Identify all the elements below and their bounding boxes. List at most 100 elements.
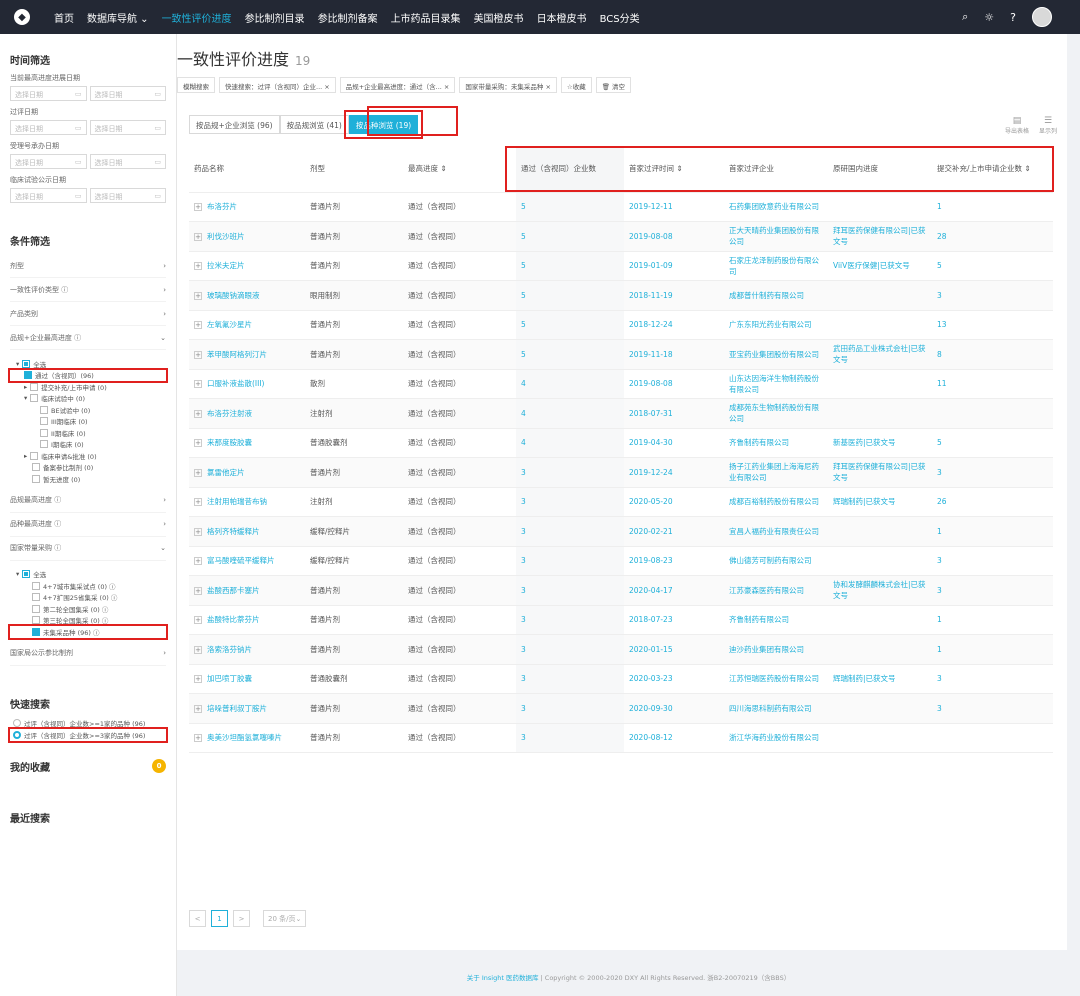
expand-row-button[interactable]: + xyxy=(194,498,202,507)
nav-item[interactable]: 一致性评价进度 xyxy=(162,10,232,25)
table-row[interactable]: + 口服补液盐散(III) 散剂 通过（含视同） 4 2019-08-08 山东达因海洋生物… xyxy=(189,369,1053,399)
checkbox[interactable] xyxy=(30,382,39,391)
table-cell[interactable]: 13 xyxy=(932,310,1053,340)
drug-name-link[interactable]: 盐酸西那卡塞片 xyxy=(207,586,260,595)
table-cell[interactable]: 11 xyxy=(932,369,1053,399)
table-cell[interactable]: 3 xyxy=(932,457,1053,488)
filter-row[interactable]: 产品类别 › xyxy=(10,302,166,326)
table-cell[interactable]: 3 xyxy=(932,664,1053,694)
date-picker-input[interactable]: 选择日期 ▭ xyxy=(10,120,87,135)
table-row[interactable]: + 奥美沙坦酯氢氯噻嗪片 普通片剂 通过（含视同） 3 2020-08-12 浙江华海药业股… xyxy=(189,723,1053,753)
table-row[interactable]: + 来那度胺胶囊 普通胶囊剂 通过（含视同） 4 2019-04-30 齐鲁制药有限公司 新基… xyxy=(189,428,1053,458)
date-picker-input[interactable]: 选择日期 ▭ xyxy=(89,120,166,135)
table-cell[interactable]: 1 xyxy=(932,634,1053,665)
table-cell[interactable]: 5 xyxy=(516,192,624,222)
checkbox[interactable] xyxy=(32,581,40,590)
drug-name-link[interactable]: 注射用帕瑞昔布钠 xyxy=(207,497,267,506)
table-row[interactable]: + 布洛芬片 普通片剂 通过（含视同） 5 2019-12-11 石药集团欧意药业有限公司 1 xyxy=(189,192,1053,222)
table-cell[interactable]: 3 xyxy=(516,487,624,517)
caret-right-icon[interactable]: ▸ xyxy=(24,452,27,460)
radio-button[interactable] xyxy=(13,730,21,739)
expand-row-button[interactable]: + xyxy=(194,557,202,566)
drug-name-link[interactable]: 玻璃酸钠滴眼液 xyxy=(207,291,260,300)
filter-tag[interactable]: 🗑 清空 xyxy=(595,77,632,93)
nav-item[interactable]: 数据库导航 ⌄ xyxy=(87,10,149,25)
tree-item[interactable]: 第二轮全国集采 (0) ⓘ xyxy=(10,603,166,615)
table-cell[interactable]: 3 xyxy=(516,457,624,488)
search-icon[interactable]: ⌕ xyxy=(962,10,968,24)
table-cell[interactable]: 26 xyxy=(932,487,1053,517)
tab-view-0[interactable]: 按品规+企业浏览 (96) xyxy=(189,115,280,134)
tree-item[interactable]: II期临床 (0) xyxy=(10,427,166,439)
table-cell[interactable]: 4 xyxy=(516,428,624,458)
table-cell[interactable]: 3 xyxy=(516,575,624,606)
table-cell[interactable]: 1 xyxy=(932,516,1053,547)
expand-row-button[interactable]: + xyxy=(194,586,202,595)
filter-ref-preparation[interactable]: 国家局公示参比制剂 › xyxy=(10,642,166,666)
nav-item[interactable]: BCS分类 xyxy=(600,10,640,25)
drug-name-link[interactable]: 加巴喷丁胶囊 xyxy=(207,674,252,683)
favorites-header[interactable]: 我的收藏 0 xyxy=(10,758,166,774)
table-cell[interactable]: 4 xyxy=(516,369,624,399)
quick-search-option[interactable]: 过评（含视同）企业数>=3家的品种 (96) xyxy=(8,726,168,743)
filter-row[interactable]: 品规+企业最高进度 ⓘ ⌄ xyxy=(10,326,166,350)
table-cell[interactable]: + 左氧氟沙星片 xyxy=(189,310,305,340)
table-cell[interactable]: 3 xyxy=(516,516,624,547)
expand-row-button[interactable]: + xyxy=(194,203,202,212)
table-cell[interactable]: 5 xyxy=(516,310,624,340)
drug-name-link[interactable]: 来那度胺胶囊 xyxy=(207,438,252,447)
table-cell[interactable]: 3 xyxy=(516,693,624,724)
checkbox[interactable] xyxy=(32,474,40,483)
drug-name-link[interactable]: 利伐沙班片 xyxy=(207,232,245,241)
table-cell[interactable]: 5 xyxy=(932,251,1053,281)
nav-item[interactable]: 首页 xyxy=(54,10,74,25)
date-picker-input[interactable]: 选择日期 ▭ xyxy=(89,86,166,101)
avatar[interactable] xyxy=(1032,7,1052,27)
nav-item[interactable]: 上市药品目录集 xyxy=(391,10,461,25)
tree-item[interactable]: I期临床 (0) xyxy=(10,439,166,451)
tree-item[interactable]: 第三轮全国集采 (0) ⓘ xyxy=(10,615,166,627)
table-cell[interactable]: 5 xyxy=(516,280,624,311)
table-cell[interactable]: 3 xyxy=(516,546,624,576)
help-icon[interactable]: ? xyxy=(1010,11,1016,24)
table-cell[interactable]: 5 xyxy=(516,251,624,281)
table-row[interactable]: + 布洛芬注射液 注射剂 通过（含视同） 4 2018-07-31 成都苑东生物制药股份有限… xyxy=(189,398,1053,429)
filter-row[interactable]: 剂型 › xyxy=(10,254,166,278)
tree-item[interactable]: 4+7城市集采试点 (0) ⓘ xyxy=(10,580,166,592)
table-cell[interactable]: 3 xyxy=(932,575,1053,606)
drug-name-link[interactable]: 布洛芬片 xyxy=(207,202,237,211)
checkbox[interactable] xyxy=(40,417,48,426)
table-cell[interactable]: 1 xyxy=(932,192,1053,222)
table-cell[interactable]: + 加巴喷丁胶囊 xyxy=(189,664,305,694)
date-picker-input[interactable]: 选择日期 ▭ xyxy=(10,188,87,203)
next-page-button[interactable]: > xyxy=(233,910,250,927)
expand-row-button[interactable]: + xyxy=(194,645,202,654)
table-cell[interactable]: + 盐酸西那卡塞片 xyxy=(189,575,305,606)
column-header[interactable]: 药品名称 xyxy=(189,146,305,193)
tree-item[interactable]: 暂无进度 (0) xyxy=(10,473,166,485)
checkbox[interactable] xyxy=(24,371,32,380)
expand-row-button[interactable]: + xyxy=(194,734,202,743)
expand-row-button[interactable]: + xyxy=(194,350,202,359)
table-cell[interactable]: 5 xyxy=(516,339,624,370)
table-cell[interactable]: + 富马酸喹硫平缓释片 xyxy=(189,546,305,576)
table-cell[interactable]: + 布洛芬注射液 xyxy=(189,398,305,429)
tree-item[interactable]: ▾ 全选 xyxy=(10,358,166,370)
tree-item[interactable]: ▸ 提交补充/上市申请 (0) xyxy=(10,381,166,393)
checkbox[interactable] xyxy=(40,428,48,437)
date-picker-input[interactable]: 选择日期 ▭ xyxy=(10,86,87,101)
table-row[interactable]: + 玻璃酸钠滴眼液 眼用制剂 通过（含视同） 5 2018-11-19 成都普什制药有限公司… xyxy=(189,280,1053,311)
drug-name-link[interactable]: 苯甲酸阿格列汀片 xyxy=(207,350,267,359)
tree-item[interactable]: 备案参比制剂 (0) xyxy=(10,462,166,474)
expand-row-button[interactable]: + xyxy=(194,527,202,536)
table-cell[interactable]: 5 xyxy=(516,221,624,252)
drug-name-link[interactable]: 奥美沙坦酯氢氯噻嗪片 xyxy=(207,733,282,742)
drug-name-link[interactable]: 布洛芬注射液 xyxy=(207,409,252,418)
table-cell[interactable]: 3 xyxy=(516,664,624,694)
logo-icon[interactable]: ◆ xyxy=(14,9,30,25)
table-cell[interactable]: 3 xyxy=(932,546,1053,576)
expand-row-button[interactable]: + xyxy=(194,321,202,330)
expand-row-button[interactable]: + xyxy=(194,291,202,300)
table-cell[interactable]: + 苯甲酸阿格列汀片 xyxy=(189,339,305,370)
table-cell[interactable]: + 口服补液盐散(III) xyxy=(189,369,305,399)
